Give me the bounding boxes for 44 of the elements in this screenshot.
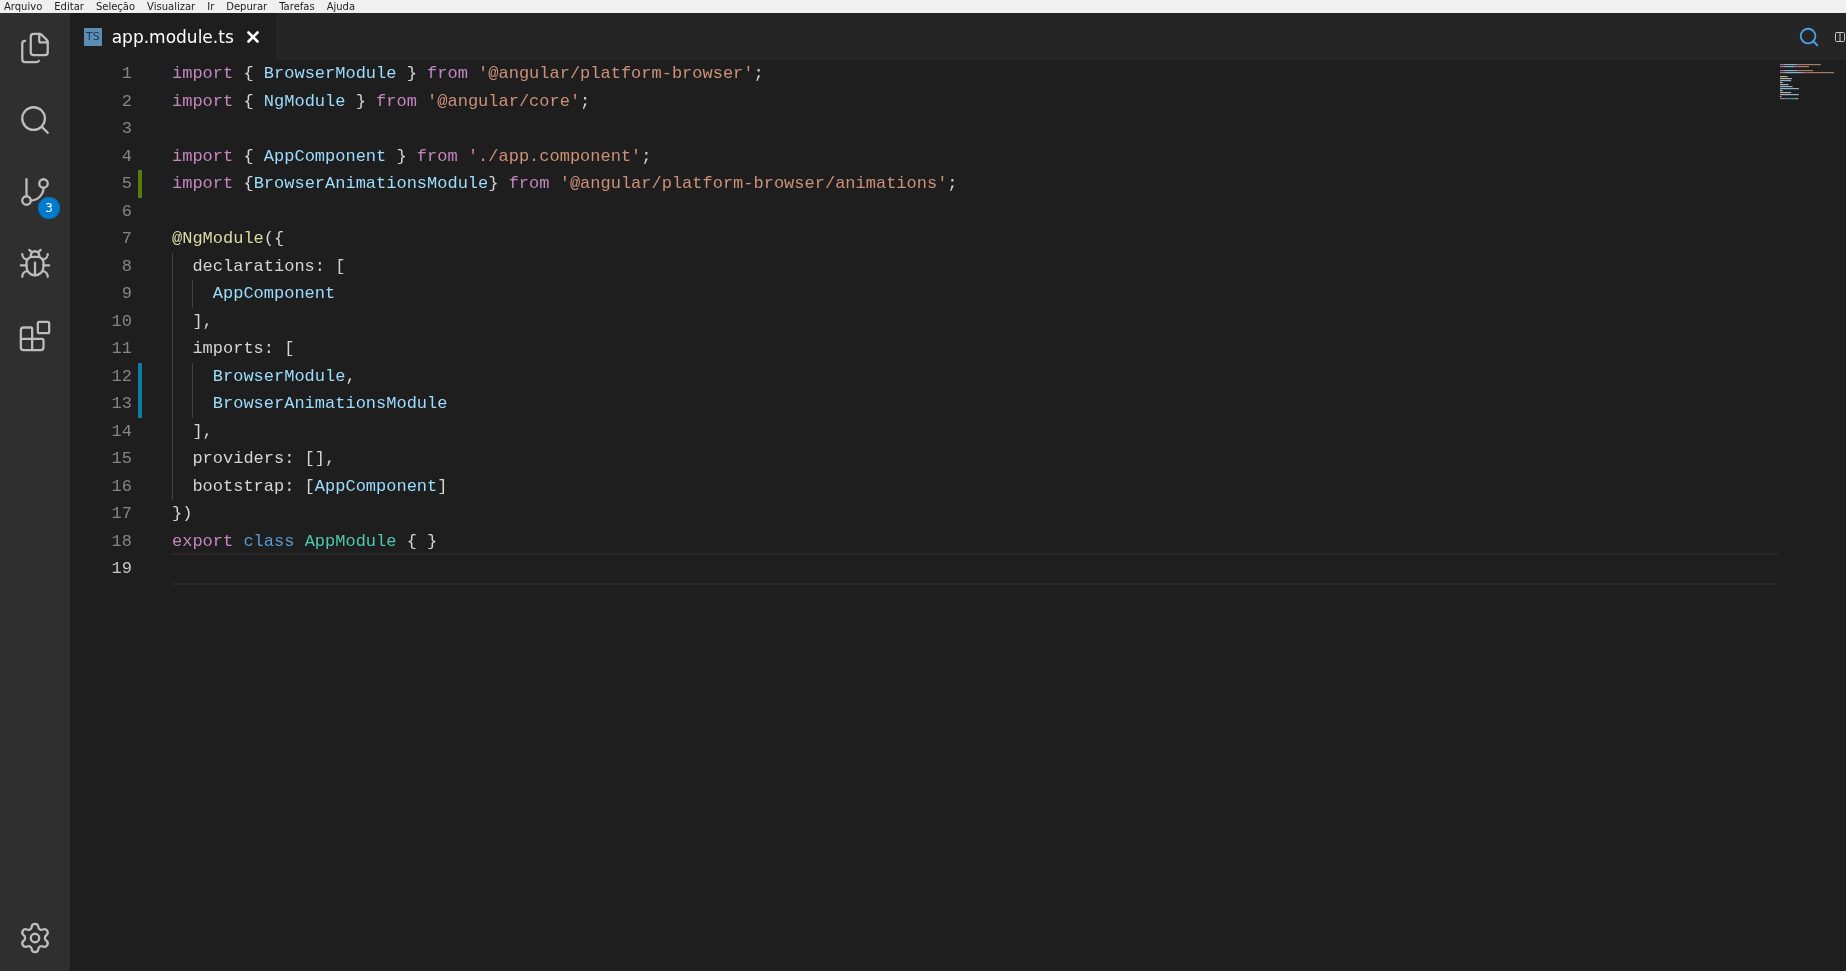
line-number: 16 (110, 476, 132, 496)
line-number: 15 (110, 449, 132, 469)
line-number: 18 (110, 531, 132, 551)
menu-item[interactable]: Visualizar (147, 1, 196, 12)
line-number: 4 (120, 146, 132, 166)
menu-item[interactable]: Depurar (226, 1, 268, 12)
line-number: 11 (110, 339, 132, 359)
line-number: 7 (120, 229, 132, 249)
menu-item[interactable]: Arquivo (4, 1, 43, 12)
code-line: import { NgModule } from '@angular/core'; (172, 90, 592, 113)
line-number: 5 (120, 174, 132, 194)
search-preview-icon[interactable] (1798, 25, 1820, 48)
line-number: 8 (120, 256, 132, 276)
code-line: }) (172, 503, 194, 526)
line-number: 12 (110, 366, 132, 386)
line-number: 17 (110, 504, 132, 524)
search-icon (18, 103, 52, 137)
typescript-file-icon: TS (84, 27, 102, 46)
files-icon (18, 31, 52, 65)
line-number: 9 (120, 284, 132, 304)
menu-item[interactable]: Seleção (95, 1, 136, 12)
line-number: 14 (110, 421, 132, 441)
code-line: import {BrowserAnimationsModule} from '@angular/platform-browser/animations'; (172, 173, 959, 196)
line-number: 10 (110, 311, 132, 331)
line-number: 13 (110, 394, 132, 414)
line-number: 2 (120, 91, 132, 111)
menu-item[interactable]: Ajuda (326, 1, 356, 12)
blocks-icon (18, 319, 52, 353)
tab-label: app.module.ts (111, 26, 234, 47)
code-line: import { AppComponent } from './app.component'; (172, 145, 653, 168)
code-line: import { BrowserModule } from '@angular/platform-browser'; (172, 63, 765, 86)
menu-item[interactable]: Editar (54, 1, 84, 12)
editor-tab[interactable]: TS app.module.ts (70, 13, 276, 60)
code-line: @NgModule({ (172, 228, 286, 251)
line-number: 1 (120, 64, 132, 84)
menu-item[interactable]: Tarefas (279, 1, 315, 12)
menu-item[interactable]: Ir (207, 1, 215, 12)
code-line: export class AppModule { } (172, 530, 439, 553)
count-badge: 3 (38, 197, 60, 219)
settings-icon (18, 921, 52, 955)
bug-icon (18, 247, 52, 281)
line-number: 3 (120, 119, 132, 139)
line-number: 6 (120, 201, 132, 221)
line-number: 19 (110, 559, 132, 579)
